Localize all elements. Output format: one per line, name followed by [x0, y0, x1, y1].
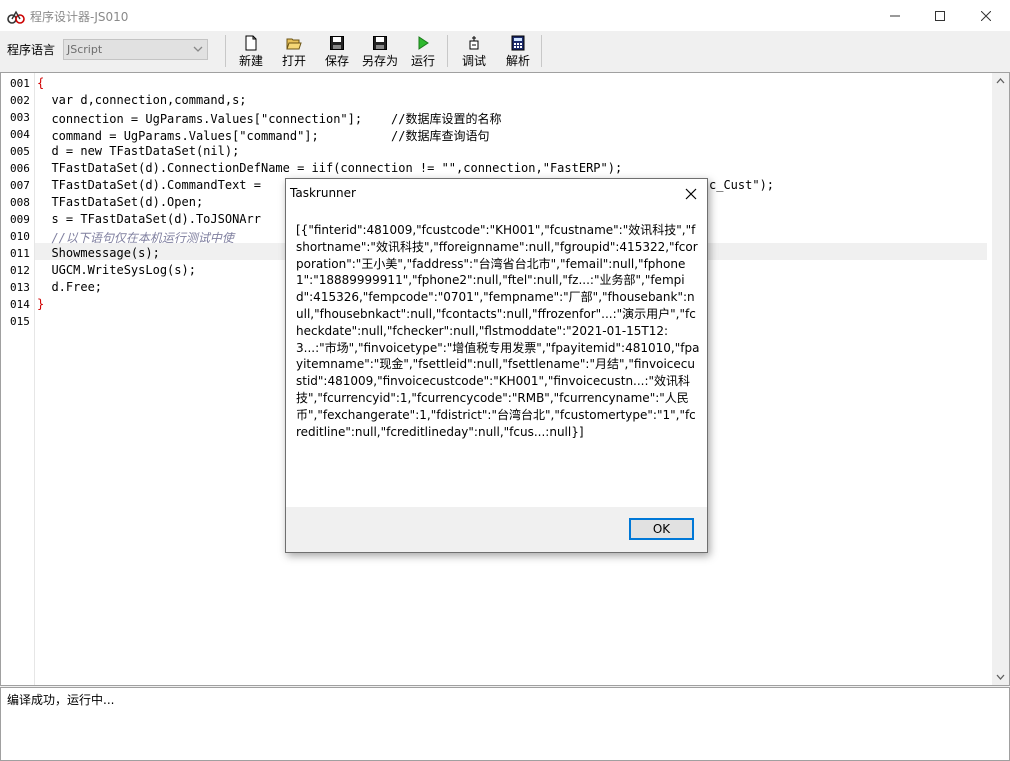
chevron-down-icon [193, 46, 203, 52]
message-dialog: Taskrunner [{"finterid":481009,"fcustcod… [285, 178, 708, 553]
line-number-gutter: 001 002 003 004 005 006 007 008 009 010 … [1, 73, 35, 685]
new-button[interactable]: 新建 [235, 33, 267, 69]
code-line: command = UgParams.Values["command"]; //… [37, 129, 490, 143]
line-number: 003 [10, 111, 30, 124]
toolbar: 程序语言 JScript 新建 打开 保存 另存为 运行 调试 解析 [0, 31, 1010, 71]
code-line: d = new TFastDataSet(nil); [37, 144, 240, 158]
line-number: 010 [10, 230, 30, 243]
scroll-up-icon[interactable] [992, 73, 1009, 90]
code-line: connection = UgParams.Values["connection… [37, 112, 502, 126]
dialog-message: [{"finterid":481009,"fcustcode":"KH001",… [296, 223, 700, 439]
close-button[interactable] [963, 0, 1009, 31]
language-select[interactable]: JScript [63, 39, 208, 60]
line-number: 007 [10, 179, 30, 192]
code-line: TFastDataSet(d).ConnectionDefName = iif(… [37, 161, 623, 175]
maximize-button[interactable] [917, 0, 963, 31]
line-number: 014 [10, 298, 30, 311]
ok-button[interactable]: OK [629, 518, 694, 540]
code-line: } [37, 297, 45, 311]
code-line: TFastDataSet(d).Open; [37, 195, 204, 209]
code-line: Showmessage(s); [37, 246, 160, 260]
line-number: 009 [10, 213, 30, 226]
code-line: d.Free; [37, 280, 103, 294]
line-number: 015 [10, 315, 30, 328]
line-number: 011 [10, 247, 30, 260]
line-number: 001 [10, 77, 30, 90]
close-icon [981, 10, 991, 21]
open-button[interactable]: 打开 [278, 33, 310, 69]
code-line: UGCM.WriteSysLog(s); [37, 263, 196, 277]
code-line: { [37, 76, 45, 90]
window-title: 程序设计器-JS010 [30, 10, 129, 24]
toolbar-separator [541, 35, 542, 67]
save-button[interactable]: 保存 [321, 33, 353, 69]
scroll-down-icon[interactable] [992, 668, 1009, 685]
line-number: 006 [10, 162, 30, 175]
save-as-button[interactable]: 另存为 [360, 33, 400, 69]
debug-icon [469, 36, 479, 50]
toolbar-separator [447, 35, 448, 67]
line-number: 008 [10, 196, 30, 209]
line-number: 004 [10, 128, 30, 141]
dialog-title-bar: Taskrunner [286, 179, 707, 209]
line-number: 013 [10, 281, 30, 294]
toolbar-separator [225, 35, 226, 67]
debug-button[interactable]: 调试 [458, 33, 490, 69]
title-bar: 程序设计器-JS010 [0, 0, 1010, 31]
minimize-icon [890, 15, 900, 16]
code-line: //以下语句仅在本机运行测试中使 [37, 231, 234, 245]
code-line: var d,connection,command,s; [37, 93, 247, 107]
output-panel: 编译成功，运行中... [0, 687, 1010, 761]
code-line: s = TFastDataSet(d).ToJSONArr [37, 212, 261, 226]
save-as-icon [373, 36, 387, 50]
output-status-text: 编译成功，运行中... [7, 693, 115, 707]
language-label: 程序语言 [7, 43, 56, 57]
editor-scrollbar[interactable] [992, 73, 1009, 685]
code-line: TFastDataSet(d).CommandText = [37, 178, 261, 192]
dialog-close-icon[interactable] [683, 186, 699, 202]
minimize-button[interactable] [872, 0, 918, 31]
calculator-icon [511, 35, 525, 51]
language-value: JScript [67, 43, 103, 56]
dialog-title: Taskrunner [290, 186, 356, 200]
maximize-icon [935, 10, 945, 21]
save-icon [330, 36, 344, 50]
line-number: 002 [10, 94, 30, 107]
code-line-tail: c_Cust"); [709, 178, 775, 192]
app-icon [7, 10, 25, 24]
dialog-body: [{"finterid":481009,"fcustcode":"KH001",… [286, 209, 707, 507]
run-button[interactable]: 运行 [407, 33, 439, 69]
parse-button[interactable]: 解析 [502, 33, 534, 69]
line-number: 012 [10, 264, 30, 277]
line-number: 005 [10, 145, 30, 158]
run-icon [418, 36, 429, 50]
new-file-icon [245, 35, 257, 51]
open-folder-icon [286, 38, 302, 50]
